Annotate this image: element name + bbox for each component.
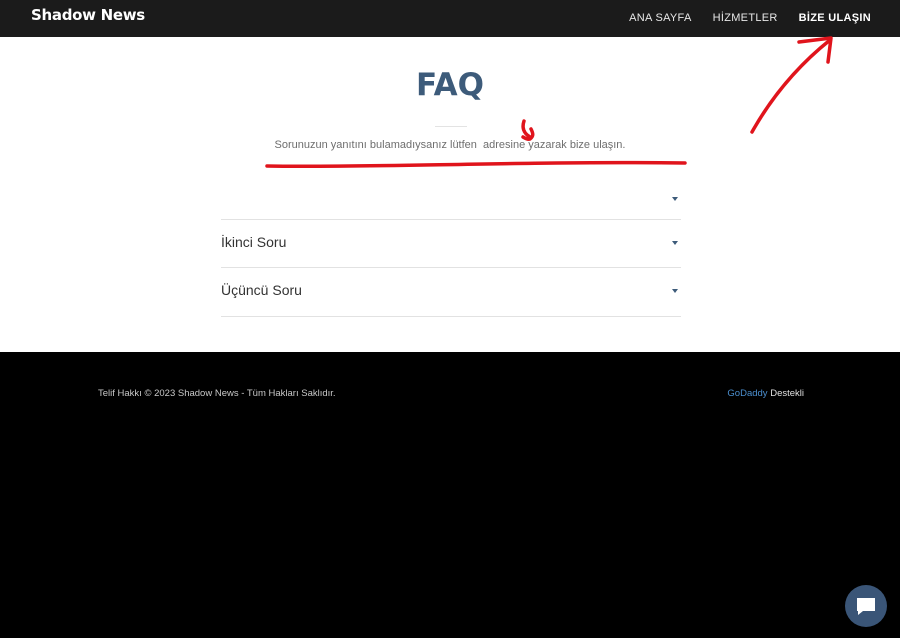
page-title: FAQ (416, 67, 484, 103)
site-logo[interactable]: Shadow News (31, 6, 145, 24)
footer-copyright: Telif Hakkı © 2023 Shadow News - Tüm Hak… (98, 388, 336, 399)
faq-question-2: İkinci Soru (221, 234, 287, 250)
powered-suffix: Destekli (767, 388, 804, 399)
faq-subtitle: Sorunuzun yanıtını bulamadıysanız lütfen… (274, 139, 626, 151)
faq-item-3[interactable]: Üçüncü Soru (221, 268, 681, 317)
chat-button[interactable] (845, 585, 887, 627)
nav-services[interactable]: HİZMETLER (713, 12, 778, 24)
godaddy-link[interactable]: GoDaddy (727, 388, 767, 399)
caret-down-icon[interactable] (672, 241, 678, 245)
footer-powered-by: GoDaddy Destekli (727, 388, 804, 399)
caret-down-icon[interactable] (672, 289, 678, 293)
nav-contact[interactable]: BİZE ULAŞIN (799, 12, 871, 24)
site-header: Shadow News ANA SAYFA HİZMETLER BİZE ULA… (0, 0, 900, 37)
faq-question-3: Üçüncü Soru (221, 282, 302, 298)
main-nav: ANA SAYFA HİZMETLER BİZE ULAŞIN (629, 12, 871, 24)
title-divider (435, 126, 467, 127)
faq-item-1[interactable] (221, 182, 681, 220)
faq-section: FAQ Sorunuzun yanıtını bulamadıysanız lü… (0, 37, 900, 352)
caret-down-icon[interactable] (672, 197, 678, 201)
faq-item-2[interactable]: İkinci Soru (221, 220, 681, 268)
nav-home[interactable]: ANA SAYFA (629, 12, 691, 24)
chat-bubble-icon (857, 598, 875, 615)
